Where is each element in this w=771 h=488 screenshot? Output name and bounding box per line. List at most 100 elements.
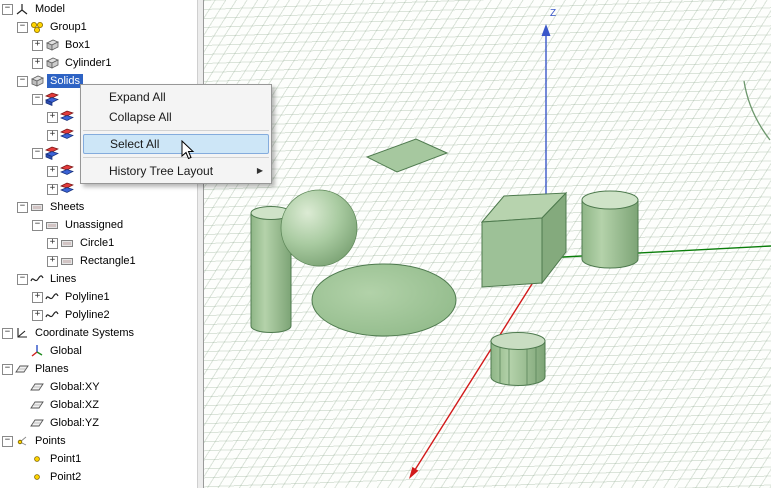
expand-icon[interactable] — [47, 256, 58, 267]
tree-item-label: Box1 — [62, 38, 93, 52]
y-axis — [544, 246, 771, 258]
flat-rectangle-sheet[interactable] — [367, 139, 447, 172]
flat-circle-sheet[interactable] — [312, 264, 456, 336]
tree-item-label: Model — [32, 2, 68, 16]
solid-part-icon — [60, 110, 74, 124]
tree-item-global[interactable]: Global — [0, 342, 197, 360]
right-cylinder-solid[interactable] — [582, 191, 638, 268]
collapse-icon[interactable] — [17, 202, 28, 213]
axes-icon — [15, 326, 29, 340]
point-category-icon — [15, 434, 29, 448]
collapse-icon[interactable] — [17, 274, 28, 285]
tree-item-model[interactable]: Model — [0, 0, 197, 18]
collapse-icon[interactable] — [2, 4, 13, 15]
sphere-solid[interactable] — [281, 190, 357, 266]
viewport-3d[interactable]: Z — [204, 0, 771, 488]
faceted-cylinder-solid[interactable] — [491, 333, 545, 386]
solid-part-icon — [45, 92, 59, 106]
line-icon — [30, 272, 44, 286]
panel-splitter[interactable] — [197, 0, 204, 488]
expand-icon[interactable] — [32, 310, 43, 321]
expand-icon[interactable] — [32, 40, 43, 51]
tree-item-global-xz[interactable]: Global:XZ — [0, 396, 197, 414]
solid-icon — [45, 38, 59, 52]
expand-icon[interactable] — [47, 130, 58, 141]
global-cs-icon — [30, 344, 44, 358]
group-icon — [30, 20, 44, 34]
tree-item-cylinder1[interactable]: Cylinder1 — [0, 54, 197, 72]
tree-item-points[interactable]: Points — [0, 432, 197, 450]
tree-item-global-xy[interactable]: Global:XY — [0, 378, 197, 396]
tree-item-label: Group1 — [47, 20, 90, 34]
tree-item-polyline1[interactable]: Polyline1 — [0, 288, 197, 306]
tree-item-sheets[interactable]: Sheets — [0, 198, 197, 216]
tree-item-label-selected: Solids — [47, 74, 83, 88]
tree-item-rectangle1[interactable]: Rectangle1 — [0, 252, 197, 270]
expand-icon[interactable] — [47, 238, 58, 249]
application-window: Model Group1 Box1 Cylinder1 Solids — [0, 0, 771, 488]
context-menu: Expand All Collapse All Select All Histo… — [80, 84, 272, 184]
menu-item-label: Select All — [110, 137, 159, 151]
menu-item-history-tree-layout[interactable]: History Tree Layout — [81, 161, 271, 181]
tree-item-unassigned[interactable]: Unassigned — [0, 216, 197, 234]
line-icon — [45, 308, 59, 322]
collapse-icon[interactable] — [2, 436, 13, 447]
line-icon — [45, 290, 59, 304]
plane-icon — [30, 398, 44, 412]
menu-item-label: History Tree Layout — [109, 164, 213, 178]
menu-separator — [83, 130, 269, 131]
collapse-icon[interactable] — [32, 148, 43, 159]
z-axis-label: Z — [550, 8, 556, 19]
sheet-icon — [45, 218, 59, 232]
x-axis-arrow — [409, 467, 418, 479]
menu-separator — [83, 157, 269, 158]
solid-icon — [30, 74, 44, 88]
point-icon — [30, 470, 44, 484]
z-axis-arrow — [542, 24, 551, 36]
collapse-icon[interactable] — [17, 22, 28, 33]
model-tree-panel: Model Group1 Box1 Cylinder1 Solids — [0, 0, 197, 488]
tree-item-point2[interactable]: Point2 — [0, 468, 197, 486]
solid-part-icon — [60, 128, 74, 142]
tree-item-circle1[interactable]: Circle1 — [0, 234, 197, 252]
plane-icon — [30, 380, 44, 394]
solid-part-icon — [60, 182, 74, 196]
expand-icon[interactable] — [32, 58, 43, 69]
expand-icon[interactable] — [47, 112, 58, 123]
tree-item-box1[interactable]: Box1 — [0, 36, 197, 54]
collapse-icon[interactable] — [32, 220, 43, 231]
sheet-icon — [30, 200, 44, 214]
tree-item-global-yz[interactable]: Global:YZ — [0, 414, 197, 432]
menu-item-collapse-all[interactable]: Collapse All — [81, 107, 271, 127]
tree-item-group1[interactable]: Group1 — [0, 18, 197, 36]
menu-item-label: Expand All — [109, 90, 166, 104]
expand-icon[interactable] — [47, 166, 58, 177]
menu-item-select-all[interactable]: Select All — [83, 134, 269, 154]
tree-item-point1[interactable]: Point1 — [0, 450, 197, 468]
arc-curve[interactable] — [744, 81, 770, 140]
collapse-icon[interactable] — [2, 364, 13, 375]
collapse-icon[interactable] — [32, 94, 43, 105]
sheet-icon — [60, 236, 74, 250]
sheet-icon — [60, 254, 74, 268]
tree-item-coordinate-systems[interactable]: Coordinate Systems — [0, 324, 197, 342]
scene-svg: Z — [204, 0, 771, 488]
collapse-icon[interactable] — [17, 76, 28, 87]
expand-icon[interactable] — [32, 292, 43, 303]
collapse-icon[interactable] — [2, 328, 13, 339]
tree-item-polyline2[interactable]: Polyline2 — [0, 306, 197, 324]
tree-item-planes[interactable]: Planes — [0, 360, 197, 378]
point-icon — [30, 452, 44, 466]
tree-item-label: Cylinder1 — [62, 56, 114, 70]
solid-icon — [45, 56, 59, 70]
menu-item-label: Collapse All — [109, 110, 172, 124]
tree-item-lines[interactable]: Lines — [0, 270, 197, 288]
plane-icon — [30, 416, 44, 430]
solid-part-icon — [45, 146, 59, 160]
menu-item-expand-all[interactable]: Expand All — [81, 87, 271, 107]
plane-icon — [15, 362, 29, 376]
expand-icon[interactable] — [47, 184, 58, 195]
submenu-arrow-icon — [257, 161, 263, 181]
box-solid[interactable] — [482, 193, 566, 287]
model-axes-icon — [15, 2, 29, 16]
